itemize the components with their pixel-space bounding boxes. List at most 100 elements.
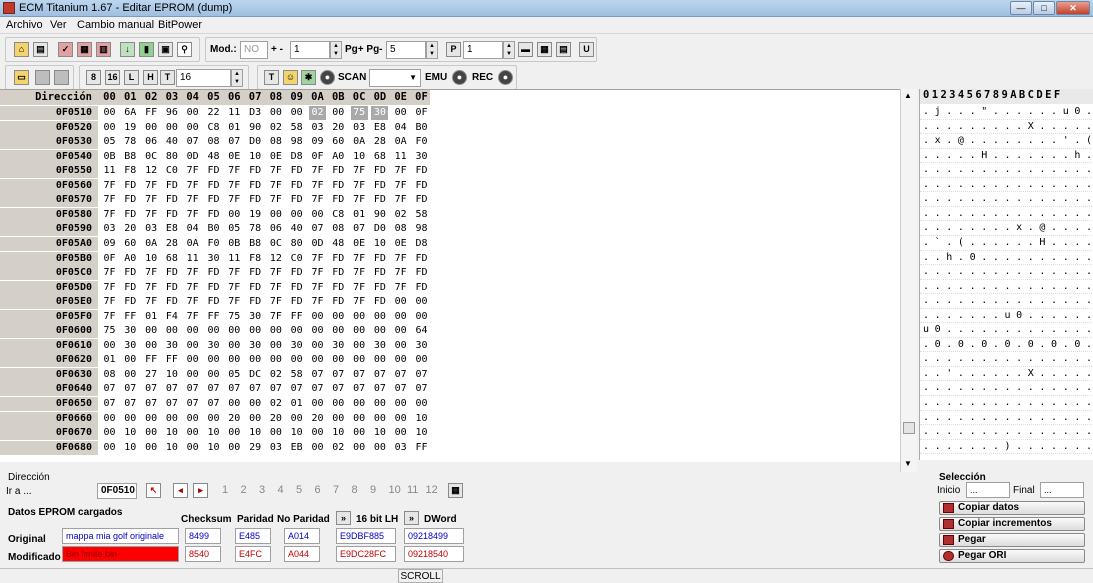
hex-byte-cell[interactable]: 90 <box>247 121 264 135</box>
hex-byte-cell[interactable]: D0 <box>247 135 264 149</box>
hex-row-address[interactable]: 0F0680 <box>0 440 98 455</box>
hex-byte-cell[interactable]: 0D <box>184 150 201 164</box>
gray-button-icon-2[interactable] <box>54 70 69 85</box>
scan-select[interactable]: ▼ <box>369 69 421 87</box>
save-icon[interactable]: ▣ <box>158 42 173 57</box>
ascii-row[interactable]: . . . . . . . . . . . . . . . . <box>920 265 1093 280</box>
hex-byte-cell[interactable]: 0B <box>101 150 118 164</box>
hex-byte-cell[interactable]: 00 <box>267 426 284 440</box>
hex-byte-cell[interactable]: FD <box>205 295 222 309</box>
terminal-icon[interactable]: T <box>264 70 279 85</box>
open-folder-icon[interactable]: ▭ <box>14 70 29 85</box>
hex-byte-cell[interactable]: FD <box>205 281 222 295</box>
hex-byte-cell[interactable]: 00 <box>351 412 368 426</box>
hex-byte-cell[interactable]: 10 <box>371 426 388 440</box>
hex-byte-cell[interactable]: D0 <box>371 222 388 236</box>
hex-byte-cell[interactable]: 02 <box>267 121 284 135</box>
hex-byte-cell[interactable]: 00 <box>330 412 347 426</box>
p-spinner[interactable]: ▲ ▼ <box>503 41 515 59</box>
hex-byte-cell[interactable]: 07 <box>163 397 180 411</box>
hex-byte-cell[interactable]: 07 <box>122 397 139 411</box>
hex-byte-cell[interactable]: 58 <box>413 208 430 222</box>
hex-byte-cell[interactable]: 03 <box>143 222 160 236</box>
bookmark-10-button[interactable]: 10 <box>389 484 401 496</box>
hex-byte-cell[interactable]: 30 <box>122 339 139 353</box>
hex-byte-cell[interactable]: 7F <box>101 281 118 295</box>
hex-byte-cell[interactable]: D8 <box>413 237 430 251</box>
hex-byte-cell[interactable]: 07 <box>351 382 368 396</box>
scroll-thumb[interactable] <box>903 422 915 434</box>
hex-byte-cell[interactable]: 00 <box>392 397 409 411</box>
hex-row-address[interactable]: 0F0600 <box>0 324 98 339</box>
hex-byte-cell[interactable]: 00 <box>247 397 264 411</box>
hex-byte-cell[interactable]: 02 <box>330 441 347 455</box>
hex-byte-cell[interactable]: 00 <box>392 310 409 324</box>
hex-byte-cell[interactable]: 12 <box>267 252 284 266</box>
hex-byte-cell[interactable]: 00 <box>288 324 305 338</box>
hex-editor[interactable]: Dirección 00 01 02 03 04 05 06 07 08 09 0A 0B 0C 0D 0E 0… <box>0 89 900 462</box>
hex-byte-cell[interactable]: 7F <box>101 208 118 222</box>
compare-icon[interactable]: ▥ <box>96 42 111 57</box>
hex-byte-cell[interactable]: 7F <box>351 281 368 295</box>
hex-byte-cell[interactable]: FD <box>413 266 430 280</box>
hex-byte-cell[interactable]: 00 <box>101 426 118 440</box>
hex-byte-cell[interactable]: 78 <box>247 222 264 236</box>
hex-byte-cell[interactable]: FD <box>288 266 305 280</box>
hex-byte-cell[interactable]: 06 <box>267 222 284 236</box>
hex-byte-cell[interactable]: 0F <box>309 150 326 164</box>
hex-byte-cell[interactable]: 00 <box>330 310 347 324</box>
hex-byte-cell[interactable]: 10 <box>413 426 430 440</box>
view-dec-icon[interactable]: ▦ <box>537 42 552 57</box>
bookmark-4-button[interactable]: 4 <box>278 484 284 496</box>
ascii-row[interactable]: . . . . . . . . . . . . . . . X <box>920 207 1093 222</box>
hex-byte-cell[interactable]: 7F <box>351 164 368 178</box>
hex-byte-cell[interactable]: FF <box>205 310 222 324</box>
hex-byte-cell[interactable]: 7F <box>226 193 243 207</box>
hex-byte-cell[interactable]: 07 <box>392 368 409 382</box>
hex-byte-cell[interactable]: F4 <box>163 310 180 324</box>
hex-byte-cell[interactable]: B0 <box>413 121 430 135</box>
hex-byte-cell[interactable]: 75 <box>350 106 368 120</box>
hex-byte-cell[interactable]: 60 <box>330 135 347 149</box>
hex-byte-cell[interactable]: FD <box>288 295 305 309</box>
hex-byte-cell[interactable]: 00 <box>309 339 326 353</box>
hex-byte-cell[interactable]: 30 <box>413 339 430 353</box>
hex-byte-cell[interactable]: 00 <box>288 106 305 120</box>
hex-byte-cell[interactable]: B0 <box>205 222 222 236</box>
hex-byte-cell[interactable]: 00 <box>205 412 222 426</box>
hex-byte-cell[interactable]: 02 <box>392 208 409 222</box>
menu-ver[interactable]: Ver <box>50 19 67 31</box>
hex-byte-cell[interactable]: FD <box>330 266 347 280</box>
hex-byte-cell[interactable]: FD <box>330 179 347 193</box>
hex-byte-cell[interactable]: C0 <box>288 252 305 266</box>
hex-byte-cell[interactable]: 28 <box>371 135 388 149</box>
hex-byte-cell[interactable]: FD <box>288 179 305 193</box>
hex-byte-cell[interactable]: 30 <box>205 339 222 353</box>
hex-byte-cell[interactable]: 00 <box>184 353 201 367</box>
hex-row-address[interactable]: 0F05C0 <box>0 266 98 281</box>
ascii-row[interactable]: u 0 . . . . . . . . . . . . . d <box>920 323 1093 338</box>
hex-row-address[interactable]: 0F0530 <box>0 135 98 150</box>
hex-byte-cell[interactable]: 27 <box>143 368 160 382</box>
hex-byte-cell[interactable]: FF <box>163 353 180 367</box>
hex-byte-cell[interactable]: 02 <box>309 106 326 120</box>
hex-byte-cell[interactable]: 00 <box>309 397 326 411</box>
minimize-button[interactable]: — <box>1010 1 1032 15</box>
hex-byte-cell[interactable]: 7F <box>184 281 201 295</box>
hex-byte-cell[interactable]: B8 <box>247 237 264 251</box>
format-text-icon[interactable]: T <box>160 70 175 85</box>
hex-byte-cell[interactable]: 07 <box>101 397 118 411</box>
hex-row-address[interactable]: 0F0670 <box>0 426 98 441</box>
hex-byte-cell[interactable]: FD <box>122 266 139 280</box>
hex-byte-cell[interactable]: 0A <box>184 237 201 251</box>
maximize-button[interactable]: □ <box>1033 1 1055 15</box>
hex-byte-cell[interactable]: 10 <box>330 426 347 440</box>
hex-byte-cell[interactable]: 7F <box>309 164 326 178</box>
hex-byte-cell[interactable]: FD <box>330 281 347 295</box>
hex-byte-cell[interactable]: 20 <box>267 412 284 426</box>
hex-byte-cell[interactable]: FD <box>413 281 430 295</box>
hex-byte-cell[interactable]: 10 <box>413 412 430 426</box>
hex-byte-cell[interactable]: 00 <box>413 310 430 324</box>
hex-byte-cell[interactable]: 7F <box>184 266 201 280</box>
ascii-row[interactable]: . . . . . . . . . . . . . . . . <box>920 163 1093 178</box>
